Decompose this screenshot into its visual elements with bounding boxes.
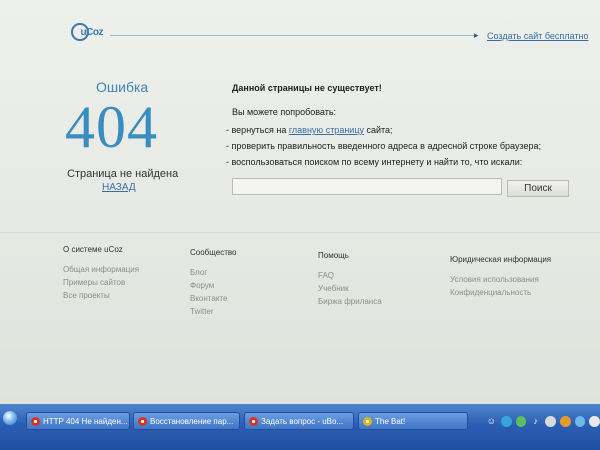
footer-link[interactable]: Общая информация xyxy=(63,263,139,276)
create-site-link[interactable]: Создать сайт бесплатно xyxy=(487,31,588,41)
footer-link[interactable]: Учебник xyxy=(318,282,382,295)
search-button[interactable]: Поиск xyxy=(507,180,569,197)
taskbar-item-label: HTTP 404 Не найден... xyxy=(43,417,128,426)
footer-link[interactable]: Twitter xyxy=(190,305,236,318)
network-icon[interactable] xyxy=(500,415,512,427)
opera-icon xyxy=(138,417,147,426)
taskbar: HTTP 404 Не найден... Восстановление пар… xyxy=(0,404,600,450)
browser-page: uCoz ▸ Создать сайт бесплатно Ошибка 404… xyxy=(0,0,600,404)
footer-link[interactable]: Условия использования xyxy=(450,273,551,286)
footer-heading: Помощь xyxy=(318,251,349,260)
footer-link[interactable]: Конфиденциальность xyxy=(450,286,551,299)
taskbar-item-browser-404[interactable]: HTTP 404 Не найден... xyxy=(26,412,130,430)
back-link[interactable]: НАЗАД xyxy=(102,182,136,193)
footer-link[interactable]: Биржа фриланса xyxy=(318,295,382,308)
footer-link[interactable]: Блог xyxy=(190,266,236,279)
info-item-home: - вернуться на главную страницу сайта; xyxy=(226,125,393,135)
footer-col-community: Сообщество Блог Форум Вконтакте Twitter xyxy=(190,248,236,318)
footer-heading: Юридическая информация xyxy=(450,255,552,264)
taskbar-item-label: Задать вопрос - uBo... xyxy=(261,417,344,426)
footer-col-legal: Юридическая информация Условия использов… xyxy=(450,255,551,299)
tray-warning-icon[interactable] xyxy=(559,415,571,427)
volume-icon[interactable]: ♪ xyxy=(530,416,541,427)
taskbar-item-the-bat[interactable]: The Bat! xyxy=(358,412,468,430)
footer-link[interactable]: Все проекты xyxy=(63,289,139,302)
footer-link[interactable]: Вконтакте xyxy=(190,292,236,305)
footer-divider xyxy=(0,232,600,233)
info-heading: Данной страницы не существует! xyxy=(232,83,382,93)
search-input[interactable] xyxy=(232,178,502,195)
logo-text: uCoz xyxy=(80,26,104,38)
opera-icon xyxy=(249,417,258,426)
footer-link[interactable]: Форум xyxy=(190,279,236,292)
info-item-search: - воспользоваться поиском по всему интер… xyxy=(226,157,523,167)
user-icon[interactable]: ☺ xyxy=(486,416,497,427)
taskbar-item-label: The Bat! xyxy=(375,417,406,426)
start-button[interactable] xyxy=(3,411,17,425)
header-divider xyxy=(110,35,476,36)
ucoz-logo[interactable]: uCoz xyxy=(71,22,104,42)
footer-col-help: Помощь FAQ Учебник Биржа фриланса xyxy=(318,251,382,308)
info-item-home-pre: - вернуться на xyxy=(226,125,287,135)
taskbar-item-label: Восстановление пар... xyxy=(150,417,234,426)
the-bat-icon xyxy=(363,417,372,426)
tray-info-icon[interactable] xyxy=(574,415,586,427)
taskbar-item-ask-question[interactable]: Задать вопрос - uBo... xyxy=(244,412,354,430)
info-try-label: Вы можете попробовать: xyxy=(232,107,337,117)
home-page-link[interactable]: главную страницу xyxy=(289,125,364,135)
tray-misc-icon[interactable] xyxy=(589,415,600,427)
footer-heading: О системе uCoz xyxy=(63,245,123,254)
arrow-right-icon: ▸ xyxy=(474,30,479,40)
info-item-home-post: сайта; xyxy=(366,125,393,135)
footer-col-about: О системе uCoz Общая информация Примеры … xyxy=(63,245,139,302)
opera-icon xyxy=(31,417,40,426)
error-code: 404 xyxy=(65,94,158,160)
app-tray-icon[interactable] xyxy=(515,415,527,427)
info-item-check-address: - проверить правильность введенного адре… xyxy=(226,141,542,151)
footer-link[interactable]: FAQ xyxy=(318,269,382,282)
footer-heading: Сообщество xyxy=(190,248,237,257)
error-subtitle: Страница не найдена xyxy=(67,168,179,180)
system-tray: ☺ ♪ xyxy=(486,411,600,431)
footer-link[interactable]: Примеры сайтов xyxy=(63,276,139,289)
tray-app-icon[interactable] xyxy=(545,415,556,427)
taskbar-item-recovery[interactable]: Восстановление пар... xyxy=(133,412,240,430)
